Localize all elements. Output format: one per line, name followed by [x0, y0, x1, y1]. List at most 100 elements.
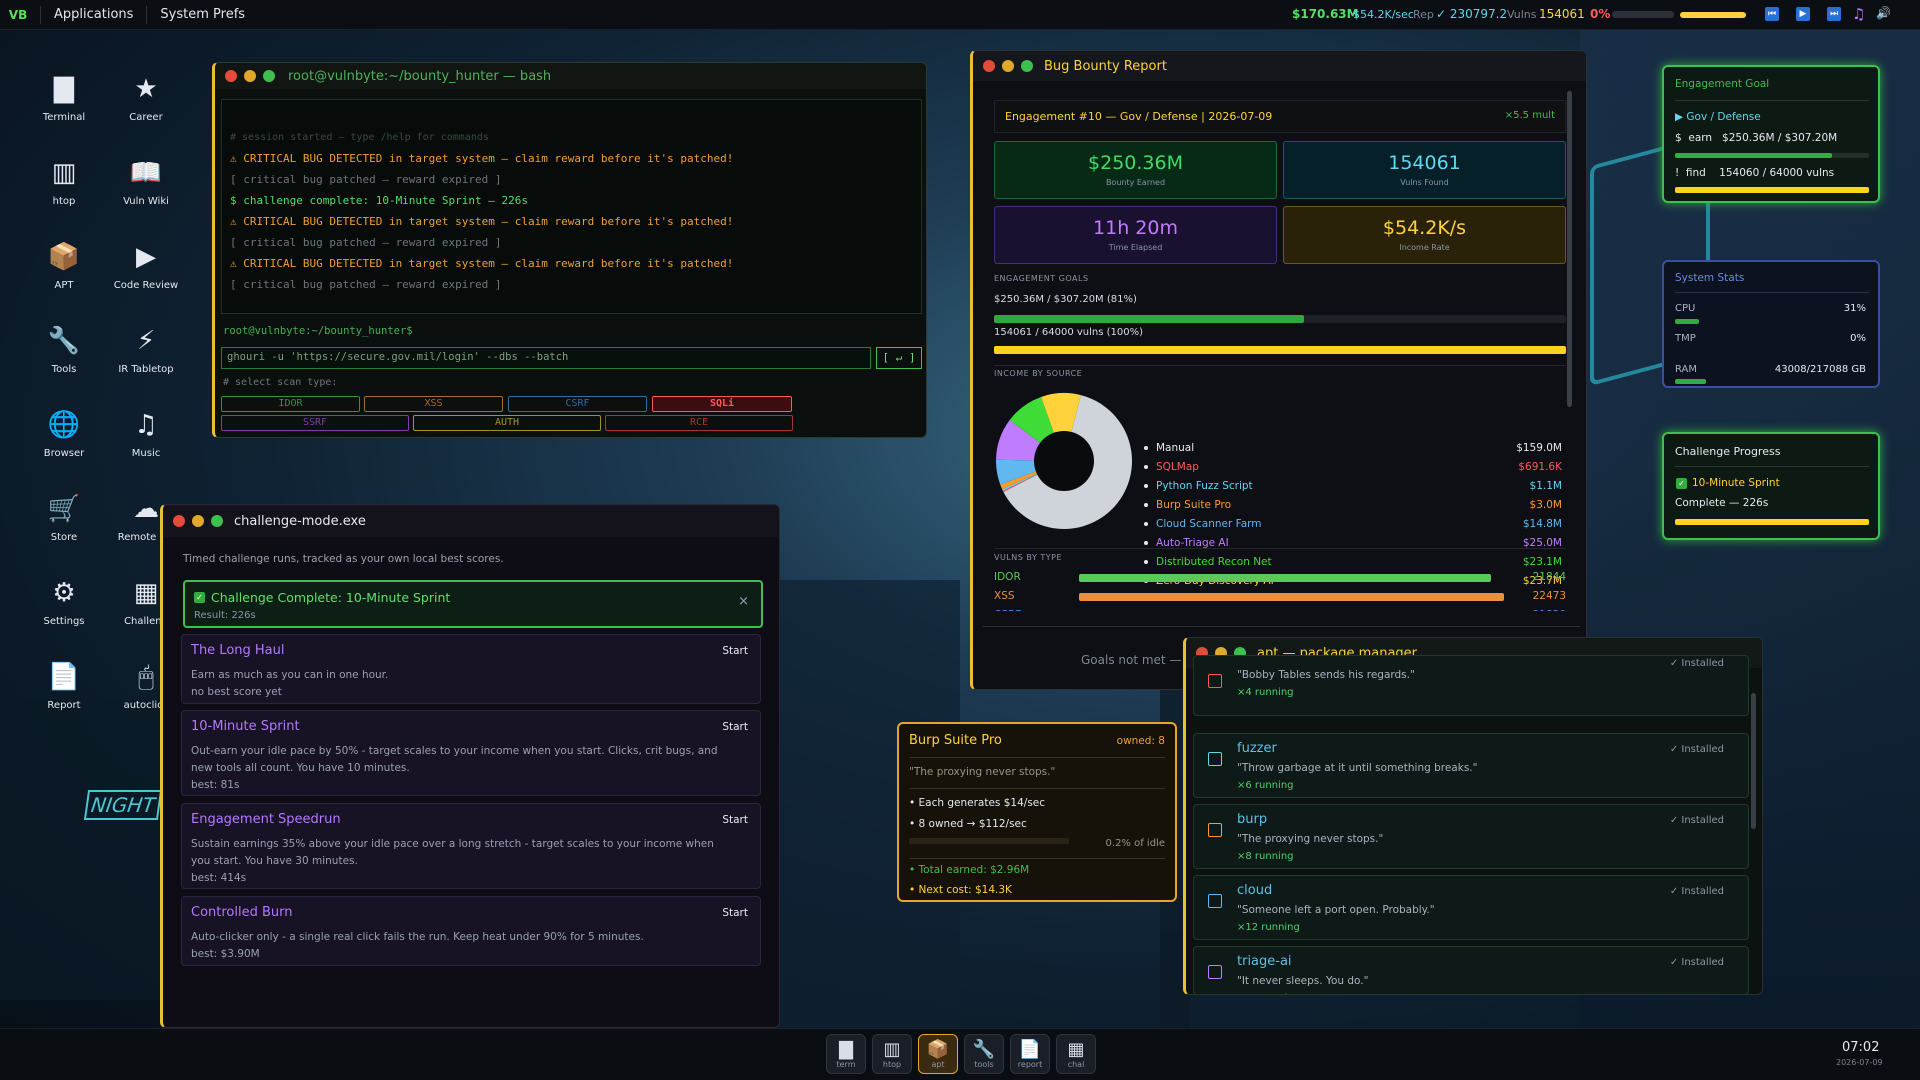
divider	[146, 5, 148, 24]
package-status[interactable]: ✓ Installed	[1670, 957, 1724, 968]
play-icon: ▶	[136, 242, 156, 272]
window-title: root@vulnbyte:~/bounty_hunter — bash	[288, 68, 552, 84]
menu-system-prefs[interactable]: System Prefs	[151, 7, 254, 22]
apt-scrollbar[interactable]	[1751, 693, 1756, 829]
tooltip-title: Burp Suite Pro	[909, 733, 1002, 748]
desktop-icon-htop[interactable]: ▥ htop	[24, 156, 104, 207]
tooltip-owned: owned: 8	[1116, 735, 1165, 747]
checkbox-checked-icon: ✓	[1676, 478, 1687, 489]
package-status[interactable]: ✓ Installed	[1670, 886, 1724, 897]
scan-type-auth[interactable]: AUTH	[413, 415, 601, 431]
desktop-icon-vuln-wiki[interactable]: 📖 Vuln Wiki	[106, 156, 186, 207]
cloud-icon	[1208, 894, 1222, 908]
card-title: The Long Haul	[191, 643, 285, 658]
vuln-type-count: 21830	[1533, 609, 1566, 611]
package-status[interactable]: ✓ Installed	[1670, 658, 1724, 669]
start-button[interactable]: Start	[722, 721, 748, 733]
vuln-type-name: XSS	[994, 590, 1015, 602]
gear-icon: ⚙	[52, 578, 76, 608]
scan-type-xss[interactable]: XSS	[364, 396, 503, 412]
rep-label: Rep	[1413, 8, 1434, 21]
challenge-card: The Long Haul Earn as much as you can in…	[181, 634, 761, 704]
scan-type-sqli[interactable]: SQLi	[652, 396, 792, 412]
dock-item-label: chal	[1067, 1060, 1085, 1069]
card-best: no best score yet	[191, 686, 282, 698]
checkered-flag-icon: ▦	[1067, 1039, 1085, 1060]
desktop-icon-apt[interactable]: 📦 APT	[24, 240, 104, 291]
desktop-icon-report[interactable]: 📄 Report	[24, 660, 104, 711]
package-quote: "Bobby Tables sends his regards."	[1237, 669, 1415, 681]
terminal-titlebar[interactable]: root@vulnbyte:~/bounty_hunter — bash	[215, 63, 926, 89]
enter-button[interactable]: [ ↵ ]	[876, 347, 922, 369]
package-status[interactable]: ✓ Installed	[1670, 815, 1724, 826]
package-name: burp	[1237, 812, 1268, 827]
start-button[interactable]: Start	[722, 645, 748, 657]
maximize-button[interactable]	[263, 70, 275, 82]
minimize-button[interactable]	[244, 70, 256, 82]
dock-item-apt[interactable]: 📦 apt	[918, 1034, 958, 1074]
vuln-type-bar	[1079, 593, 1504, 601]
command-input[interactable]: ghouri -u 'https://secure.gov.mil/login'…	[221, 347, 871, 369]
prev-track-icon[interactable]: ⏮	[1765, 7, 1779, 21]
start-button[interactable]: Start	[722, 814, 748, 826]
close-icon[interactable]: ×	[738, 594, 749, 609]
dock-item-chal[interactable]: ▦ chal	[1056, 1034, 1096, 1074]
scan-hint: # select scan type:	[223, 377, 338, 388]
terminal-line: ⚠ CRITICAL BUG DETECTED in target system…	[230, 257, 734, 270]
desktop-icon-code-review[interactable]: ▶ Code Review	[106, 240, 186, 291]
desktop-icon-ir-tabletop[interactable]: ⚡ IR Tabletop	[106, 324, 186, 375]
package-running: ×6 running	[1237, 780, 1294, 791]
desktop-icon-browser[interactable]: 🌐 Browser	[24, 408, 104, 459]
scan-type-csrf[interactable]: CSRF	[508, 396, 647, 412]
next-track-icon[interactable]: ⏭	[1827, 7, 1841, 21]
start-button[interactable]: Start	[722, 907, 748, 919]
desktop-icon-career[interactable]: ★ Career	[106, 72, 186, 123]
cpu-fill	[1675, 319, 1700, 324]
play-icon[interactable]: ▶	[1796, 7, 1810, 21]
desktop-icon-music[interactable]: ♫ Music	[106, 408, 186, 459]
maximize-button[interactable]	[211, 515, 223, 527]
challenge-item: 10-Minute Sprint	[1692, 477, 1780, 489]
ram-label: RAM	[1675, 364, 1698, 375]
report-scrollbar[interactable]	[1567, 91, 1572, 407]
item-tooltip: Burp Suite Pro owned: 8 "The proxying ne…	[897, 722, 1177, 902]
scan-type-ssrf[interactable]: SSRF	[221, 415, 409, 431]
terminal-line: ⚠ CRITICAL BUG DETECTED in target system…	[230, 215, 734, 228]
challenge-titlebar[interactable]: challenge-mode.exe	[163, 505, 779, 537]
volume-icon[interactable]: 🔊	[1876, 6, 1902, 22]
scan-type-rce[interactable]: RCE	[605, 415, 793, 431]
bar-chart-icon: ▥	[51, 158, 77, 188]
app-logo[interactable]: VB	[0, 8, 36, 22]
desktop-icon-terminal[interactable]: ▇ Terminal	[24, 72, 104, 123]
card-description: Sustain earnings 35% above your idle pac…	[191, 836, 731, 887]
dock-item-term[interactable]: ▇ term	[826, 1034, 866, 1074]
heat-value: 0%	[1590, 7, 1611, 21]
package-running: ×11 running	[1237, 993, 1300, 994]
desktop-icon-store[interactable]: 🛒 Store	[24, 492, 104, 543]
dock-item-report[interactable]: 📄 report	[1010, 1034, 1050, 1074]
dock-item-tools[interactable]: 🔧 tools	[964, 1034, 1004, 1074]
banner-result: Result: 226s	[194, 610, 256, 621]
desktop-icon-tools[interactable]: 🔧 Tools	[24, 324, 104, 375]
close-button[interactable]	[173, 515, 185, 527]
card-desc: Out-earn your idle pace by 50% - target …	[191, 745, 718, 774]
scan-type-idor[interactable]: IDOR	[221, 396, 360, 412]
terminal-output: # session started — type /help for comma…	[221, 99, 922, 314]
money-readout: $170.63M	[1292, 7, 1359, 21]
audio-progress-bar[interactable]	[1680, 12, 1746, 18]
menu-applications[interactable]: Applications	[45, 7, 142, 22]
desktop-icon-settings[interactable]: ⚙ Settings	[24, 576, 104, 627]
syringe-icon	[1208, 674, 1222, 688]
widget-title: Engagement Goal	[1675, 78, 1770, 90]
checkered-flag-icon: ▦	[133, 578, 159, 608]
package-status[interactable]: ✓ Installed	[1670, 744, 1724, 755]
cpu-value: 31%	[1843, 303, 1866, 314]
goal-find-bar	[1675, 187, 1869, 193]
dock-item-label: report	[1017, 1060, 1043, 1069]
music-note-icon[interactable]: ♫	[1852, 5, 1865, 23]
dock-item-htop[interactable]: ▥ htop	[872, 1034, 912, 1074]
challenge-progress-bar	[1675, 519, 1869, 525]
close-button[interactable]	[225, 70, 237, 82]
package-running: ×8 running	[1237, 851, 1294, 862]
minimize-button[interactable]	[192, 515, 204, 527]
